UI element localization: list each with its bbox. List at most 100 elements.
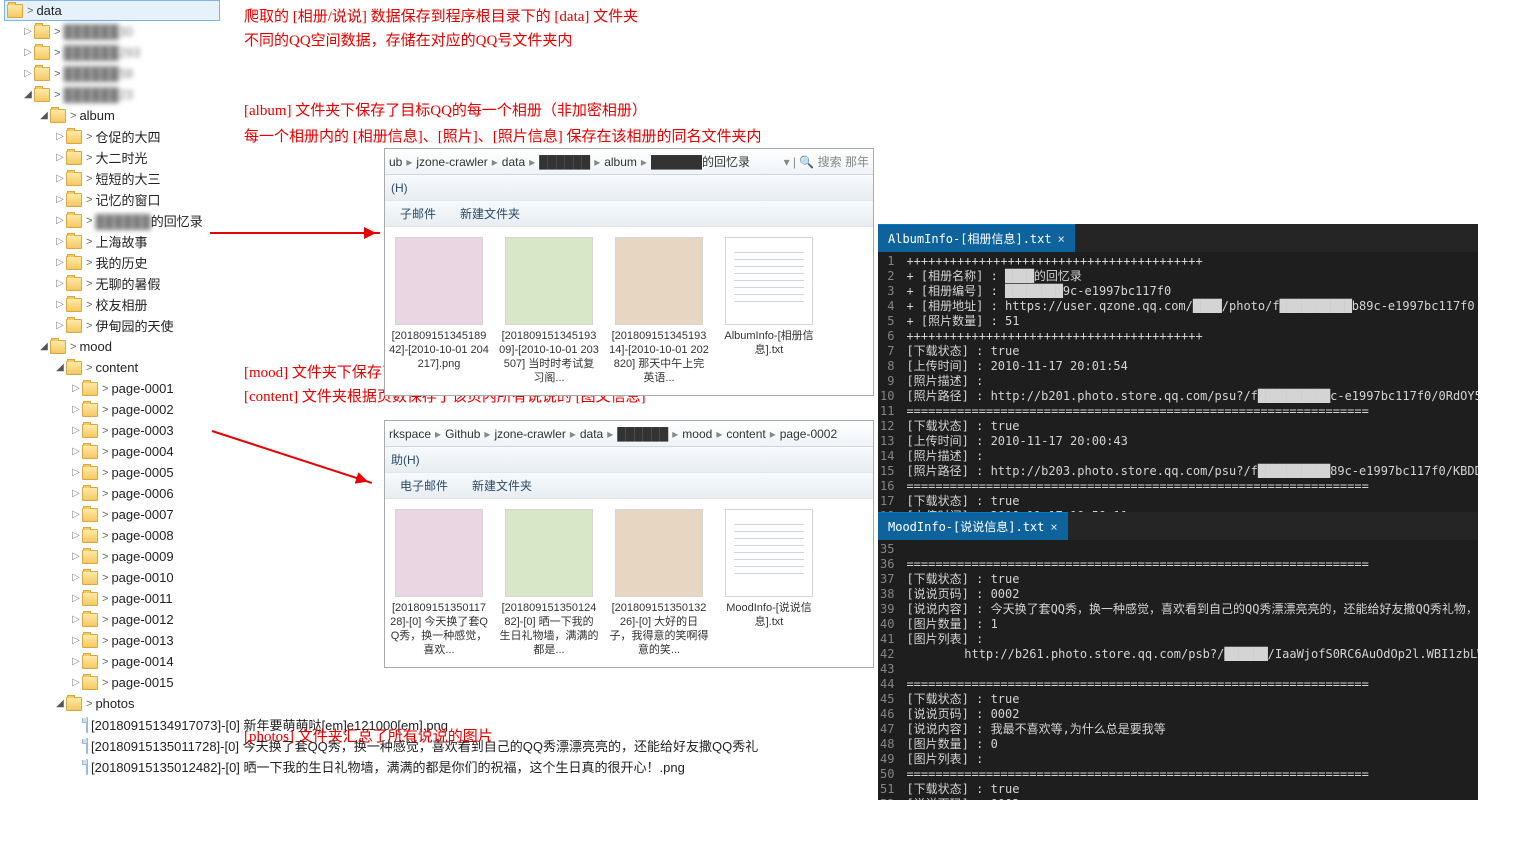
expand-arrow-icon[interactable]	[70, 404, 82, 415]
crumb[interactable]: ██████	[617, 427, 668, 441]
tree-item[interactable]: >page-0004	[4, 441, 220, 462]
breadcrumb[interactable]: ub▸jzone-crawler▸data▸██████▸album▸█████…	[385, 149, 873, 175]
mail-button[interactable]: 子邮件	[391, 202, 445, 225]
crumb[interactable]: album	[604, 155, 637, 169]
code-content[interactable]: ========================================…	[900, 540, 1478, 800]
crumb[interactable]: page-0002	[780, 427, 837, 441]
tree-item[interactable]: >page-0006	[4, 483, 220, 504]
tree-item[interactable]: >content	[4, 357, 220, 378]
expand-arrow-icon[interactable]	[22, 68, 34, 79]
expand-arrow-icon[interactable]	[70, 677, 82, 688]
tree-item[interactable]: >page-0002	[4, 399, 220, 420]
expand-arrow-icon[interactable]	[54, 194, 66, 205]
tree-item[interactable]: >photos	[4, 693, 220, 714]
tree-item[interactable]: >██████23	[4, 84, 220, 105]
expand-arrow-icon[interactable]	[54, 299, 66, 310]
tree-item[interactable]: >page-0005	[4, 462, 220, 483]
expand-arrow-icon[interactable]	[54, 131, 66, 142]
expand-arrow-icon[interactable]	[54, 698, 66, 709]
breadcrumb[interactable]: rkspace▸Github▸jzone-crawler▸data▸██████…	[385, 421, 873, 447]
expand-arrow-icon[interactable]	[70, 635, 82, 646]
tree-item[interactable]: >校友相册	[4, 294, 220, 315]
expand-arrow-icon[interactable]	[38, 341, 50, 352]
tree-item[interactable]: >大二时光	[4, 147, 220, 168]
crumb[interactable]: jzone-crawler	[494, 427, 565, 441]
tree-item[interactable]: >page-0014	[4, 651, 220, 672]
editor-tab[interactable]: AlbumInfo-[相册信息].txt ×	[878, 224, 1075, 252]
expand-arrow-icon[interactable]	[54, 320, 66, 331]
tree-item[interactable]: >page-0007	[4, 504, 220, 525]
tree-item[interactable]: >mood	[4, 336, 220, 357]
tree-item[interactable]: >伊甸园的天使	[4, 315, 220, 336]
crumb[interactable]: rkspace	[389, 427, 431, 441]
thumbnail[interactable]: MoodInfo-[说说信息].txt	[719, 509, 819, 657]
crumb[interactable]: data	[580, 427, 603, 441]
tree-item[interactable]: >记忆的窗口	[4, 189, 220, 210]
crumb[interactable]: ub	[389, 155, 402, 169]
tree-file[interactable]: [20180915135011728]-[0] 今天换了套QQ秀，换一种感觉，喜…	[4, 735, 220, 756]
tree-item[interactable]: >page-0010	[4, 567, 220, 588]
expand-arrow-icon[interactable]	[70, 551, 82, 562]
new-folder-button[interactable]: 新建文件夹	[463, 474, 541, 497]
expand-arrow-icon[interactable]	[70, 530, 82, 541]
tree-item[interactable]: >album	[4, 105, 220, 126]
tree-item[interactable]: >██████30	[4, 21, 220, 42]
expand-arrow-icon[interactable]	[38, 110, 50, 121]
expand-arrow-icon[interactable]	[54, 362, 66, 373]
editor-tab[interactable]: MoodInfo-[说说信息].txt ×	[878, 512, 1068, 540]
tree-item[interactable]: >██████293	[4, 42, 220, 63]
expand-arrow-icon[interactable]	[70, 425, 82, 436]
expand-arrow-icon[interactable]	[70, 383, 82, 394]
crumb[interactable]: ██████	[539, 155, 590, 169]
expand-arrow-icon[interactable]	[54, 152, 66, 163]
tree-item[interactable]: >page-0013	[4, 630, 220, 651]
thumbnail[interactable]: AlbumInfo-[相册信息].txt	[719, 237, 819, 385]
tree-item[interactable]: >短短的大三	[4, 168, 220, 189]
expand-arrow-icon[interactable]	[70, 572, 82, 583]
expand-arrow-icon[interactable]	[70, 656, 82, 667]
tree-item[interactable]: >仓促的大四	[4, 126, 220, 147]
crumb[interactable]: jzone-crawler	[416, 155, 487, 169]
tree-file[interactable]: [20180915134917073]-[0] 新年要萌萌哒[em]e12100…	[4, 714, 220, 735]
root-node[interactable]: > data	[4, 0, 220, 21]
tree-item[interactable]: >page-0015	[4, 672, 220, 693]
thumbnail[interactable]: [20180915134518942]-[2010-10-01 204217].…	[389, 237, 489, 385]
search-box[interactable]: ▾ | 🔍 搜索 那年	[784, 153, 869, 170]
expand-arrow-icon[interactable]	[54, 173, 66, 184]
crumb[interactable]: content	[726, 427, 765, 441]
tree-item[interactable]: >page-0003	[4, 420, 220, 441]
tree-item[interactable]: >page-0011	[4, 588, 220, 609]
mail-button[interactable]: 电子邮件	[391, 474, 457, 497]
tree-item[interactable]: >page-0009	[4, 546, 220, 567]
tree-item[interactable]: >无聊的暑假	[4, 273, 220, 294]
crumb[interactable]: mood	[682, 427, 712, 441]
tree-item[interactable]: >██████的回忆录	[4, 210, 220, 231]
expand-arrow-icon[interactable]	[70, 593, 82, 604]
expand-arrow-icon[interactable]	[70, 446, 82, 457]
crumb[interactable]: data	[502, 155, 525, 169]
expand-arrow-icon[interactable]	[70, 467, 82, 478]
tree-item[interactable]: >page-0001	[4, 378, 220, 399]
crumb[interactable]: Github	[445, 427, 480, 441]
help-menu[interactable]: (H)	[391, 181, 408, 195]
expand-arrow-icon[interactable]	[54, 257, 66, 268]
thumbnail[interactable]: [20180915134519309]-[2010-10-01 203507] …	[499, 237, 599, 385]
tree-item[interactable]: >我的历史	[4, 252, 220, 273]
expand-arrow-icon[interactable]	[54, 236, 66, 247]
tree-item[interactable]: >page-0008	[4, 525, 220, 546]
expand-arrow-icon[interactable]	[70, 614, 82, 625]
close-icon[interactable]: ×	[1050, 520, 1057, 534]
thumbnail[interactable]: [20180915135012482]-[0] 晒一下我的生日礼物墙，满满的都是…	[499, 509, 599, 657]
expand-arrow-icon[interactable]	[22, 89, 34, 100]
tree-item[interactable]: >上海故事	[4, 231, 220, 252]
tree-file[interactable]: [20180915135012482]-[0] 晒一下我的生日礼物墙，满满的都是…	[4, 756, 220, 777]
help-menu[interactable]: 助(H)	[391, 451, 420, 468]
thumbnail[interactable]: [20180915135013226]-[0] 大好的日子，我得意的笑啊得意的笑…	[609, 509, 709, 657]
expand-arrow-icon[interactable]	[22, 26, 34, 37]
thumbnail[interactable]: [20180915134519314]-[2010-10-01 202820] …	[609, 237, 709, 385]
thumbnail[interactable]: [20180915135011728]-[0] 今天换了套QQ秀，换一种感觉，喜…	[389, 509, 489, 657]
expand-arrow-icon[interactable]	[54, 278, 66, 289]
new-folder-button[interactable]: 新建文件夹	[451, 202, 529, 225]
crumb[interactable]: ██████的回忆录	[651, 153, 750, 170]
close-icon[interactable]: ×	[1058, 232, 1065, 246]
